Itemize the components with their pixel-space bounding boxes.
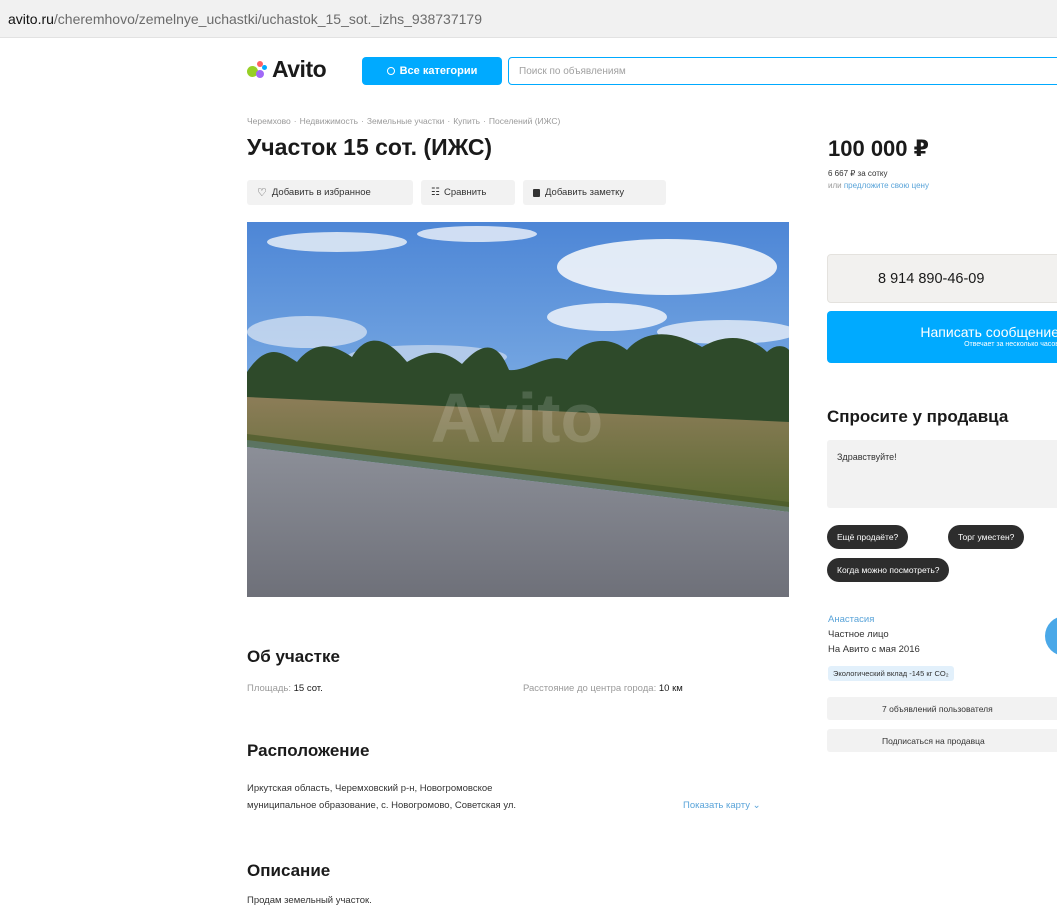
show-map-label: Показать карту <box>683 800 750 811</box>
add-note-label: Добавить заметку <box>545 187 625 198</box>
description-text: Продам земельный участок. <box>247 895 372 906</box>
heart-icon: ♡ <box>257 187 267 199</box>
write-message-label: Написать сообщение <box>920 324 1057 340</box>
search-input[interactable] <box>508 57 1057 85</box>
breadcrumb-separator: · <box>293 116 297 126</box>
chevron-down-icon: ⌄ <box>752 800 761 811</box>
quick-question-still-selling[interactable]: Ещё продаёте? <box>827 525 909 549</box>
offer-prefix: или <box>828 181 842 190</box>
all-categories-label: Все категории <box>399 65 478 77</box>
photo-watermark: Avito <box>431 379 603 457</box>
compare-button[interactable]: ☷ Сравнить <box>421 180 515 205</box>
subscribe-seller-button[interactable]: Подписаться на продавца <box>827 729 1057 752</box>
breadcrumb-item-buy[interactable]: Купить <box>453 116 480 126</box>
search-icon <box>386 67 395 75</box>
area-label: Площадь: <box>247 683 291 694</box>
compare-label: Сравнить <box>443 187 487 198</box>
breadcrumb-item-izhs[interactable]: Поселений (ИЖС) <box>489 116 560 126</box>
area-value: 15 сот. <box>293 683 323 694</box>
seller-since: На Авито с мая 2016 <box>828 644 920 655</box>
breadcrumb-separator: · <box>483 116 486 126</box>
price: 100 000 ₽ <box>828 136 929 161</box>
breadcrumb-item-realty[interactable]: Недвижимость <box>300 116 358 126</box>
offer-price-link[interactable]: предложите свою цену <box>844 181 929 190</box>
url-host: avito.ru <box>8 11 54 27</box>
breadcrumb-separator: · <box>361 116 364 126</box>
url-path: /cheremhovo/zemelnye_uchastki/uchastok_1… <box>53 11 482 27</box>
eco-contribution-badge: Экологический вклад -145 кг CO₂ <box>828 666 954 681</box>
location-section-title: Расположение <box>247 741 370 760</box>
ask-seller-title: Спросите у продавца <box>827 407 1009 426</box>
land-photo-illustration: Avito <box>247 222 789 597</box>
breadcrumb-separator: · <box>447 116 451 126</box>
note-icon <box>533 188 540 197</box>
write-message-button[interactable]: Написать сообщение Отвечает за несколько… <box>827 311 1057 363</box>
price-per-unit: 6 667 ₽ за сотку <box>828 169 888 178</box>
add-to-favorites-label: Добавить в избранное <box>271 187 371 198</box>
seller-name-link[interactable]: Анастасия <box>828 614 874 625</box>
avito-logo[interactable]: Avito <box>247 55 327 82</box>
distance-label: Расстояние до центра города: <box>523 683 657 694</box>
area-field: Площадь: 15 сот. <box>247 683 323 694</box>
add-to-favorites-button[interactable]: ♡ Добавить в избранное <box>247 180 413 205</box>
breadcrumb-item-city[interactable]: Черемхово <box>247 116 291 126</box>
add-note-button[interactable]: Добавить заметку <box>523 180 666 205</box>
all-categories-button[interactable]: Все категории <box>362 57 502 85</box>
address-line: Иркутская область, Черемховский р-н, Нов… <box>247 783 493 794</box>
user-listings-button[interactable]: 7 объявлений пользователя <box>827 697 1057 720</box>
page-title: Участок 15 сот. (ИЖС) <box>247 134 493 160</box>
address-line: муниципальное образование, с. Новогромов… <box>247 800 517 811</box>
quick-question-viewing[interactable]: Когда можно посмотреть? <box>827 558 950 582</box>
phone-number: 8 914 890-46-09 <box>878 270 985 287</box>
breadcrumb-item-land[interactable]: Земельные участки <box>367 116 444 126</box>
distance-field: Расстояние до центра города: 10 км <box>523 683 683 694</box>
response-time: Отвечает за несколько часов <box>964 341 1057 348</box>
quick-question-bargain[interactable]: Торг уместен? <box>948 525 1025 549</box>
listing-photo[interactable]: Avito <box>247 222 789 597</box>
offer-price-line: или предложите свою цену <box>828 181 929 190</box>
address: Иркутская область, Черемховский р-н, Нов… <box>247 780 667 814</box>
seller-avatar[interactable] <box>1045 616 1057 656</box>
breadcrumb: Черемхово · Недвижимость · Земельные участки… <box>247 116 560 126</box>
show-phone-button[interactable]: 8 914 890-46-09 <box>827 254 1057 303</box>
logo-dots-icon <box>247 58 269 80</box>
about-section-title: Об участке <box>247 647 340 666</box>
distance-value: 10 км <box>658 683 683 694</box>
browser-url-bar[interactable]: avito.ru/cheremhovo/zemelnye_uchastki/uc… <box>0 0 1057 38</box>
description-section-title: Описание <box>247 861 331 880</box>
show-map-link[interactable]: Показать карту ⌄ <box>683 800 761 811</box>
seller-type: Частное лицо <box>828 629 889 640</box>
compare-icon: ☷ <box>431 187 440 198</box>
ask-seller-input[interactable]: Здравствуйте! <box>827 440 1057 508</box>
logo-text: Avito <box>272 55 327 82</box>
